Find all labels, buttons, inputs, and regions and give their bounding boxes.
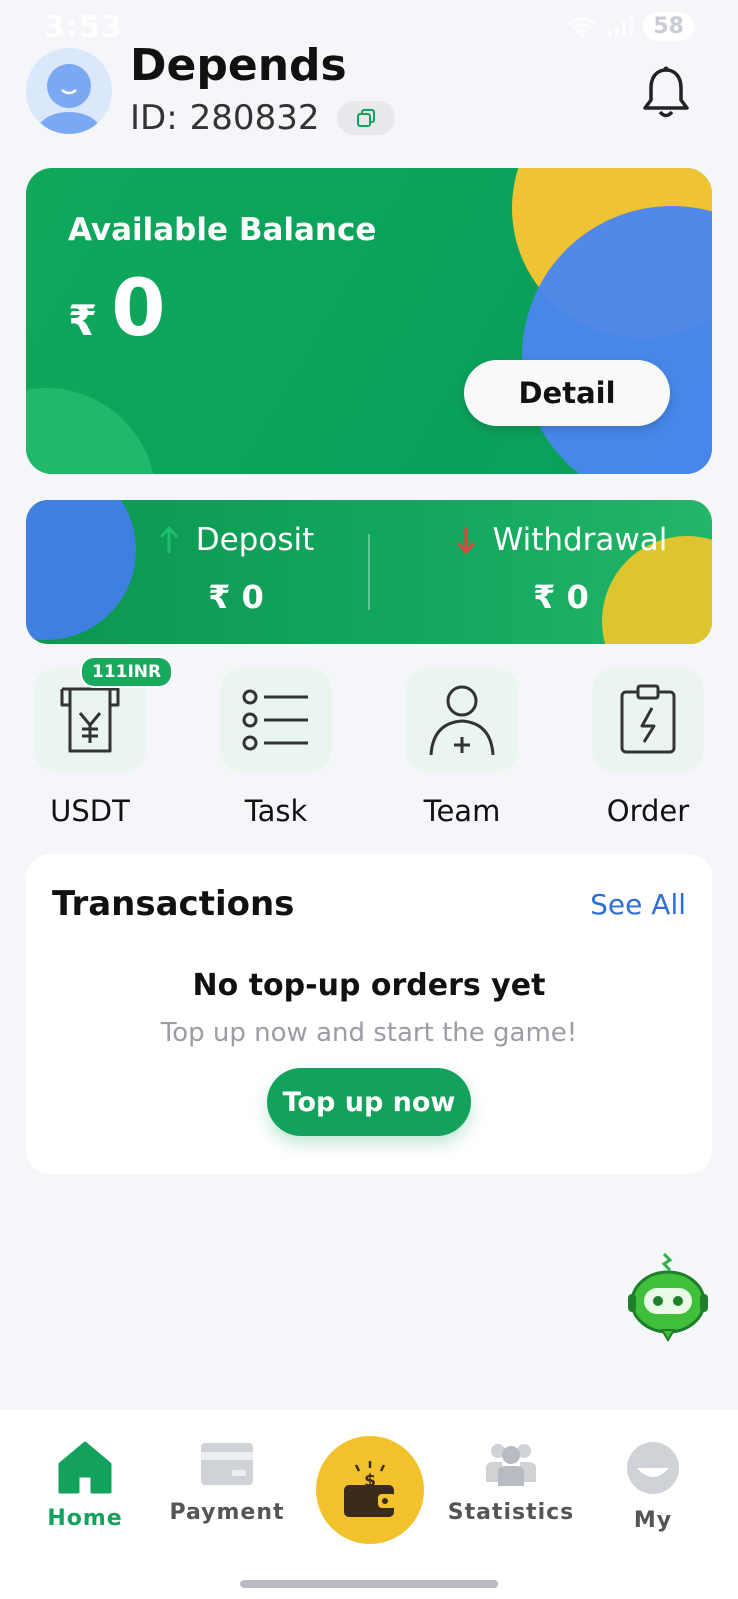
transactions-card: Transactions See All No top-up orders ye… <box>26 854 712 1174</box>
balance-label: Available Balance <box>68 212 377 248</box>
statistics-people-icon <box>486 1444 536 1486</box>
decor-blob <box>26 388 156 474</box>
nav-label: My <box>633 1508 673 1533</box>
quick-action-task[interactable]: Task <box>206 668 346 828</box>
see-all-link[interactable]: See All <box>590 888 686 921</box>
user-avatar-icon <box>37 64 101 134</box>
bottom-nav: Home Payment $ Statistics My <box>0 1410 738 1599</box>
withdrawal-value: 0 <box>566 578 589 616</box>
wifi-icon <box>568 17 597 37</box>
nav-wallet-button[interactable]: $ <box>316 1436 424 1544</box>
currency-symbol: ₹ <box>68 296 98 345</box>
withdrawal-label: Withdrawal <box>492 522 668 558</box>
nav-label: Payment <box>169 1500 285 1525</box>
detail-button[interactable]: Detail <box>464 360 670 426</box>
divider <box>368 534 370 610</box>
order-clipboard-icon <box>620 684 676 754</box>
nav-label: Statistics <box>447 1500 575 1525</box>
user-id-label: ID: <box>130 98 178 138</box>
arrow-down-icon <box>456 527 475 555</box>
nav-label: Home <box>47 1506 123 1531</box>
profile-header: Depends ID: 280832 <box>0 40 738 150</box>
home-indicator <box>240 1580 498 1588</box>
user-id-row: ID: 280832 <box>130 98 396 138</box>
notification-button[interactable] <box>640 64 692 120</box>
quick-actions: 111INR USDT Task Team Order <box>0 656 738 828</box>
nav-home[interactable]: Home <box>20 1440 150 1531</box>
quick-action-team[interactable]: Team <box>392 668 532 828</box>
support-robot-button[interactable] <box>626 1252 710 1342</box>
avatar[interactable] <box>26 48 112 134</box>
empty-state-subtitle: Top up now and start the game! <box>160 1018 578 1048</box>
deposit-label: Deposit <box>195 522 315 558</box>
deposit-summary[interactable]: Deposit ₹ 0 <box>116 522 356 616</box>
balance-card: Available Balance ₹ 0 Detail <box>26 168 712 474</box>
payment-card-icon <box>201 1443 253 1485</box>
battery-indicator: 58 <box>643 12 694 41</box>
usdt-yen-receipt-icon <box>60 687 120 753</box>
nav-my[interactable]: My <box>588 1440 718 1533</box>
top-up-button[interactable]: Top up now <box>267 1068 471 1136</box>
transactions-title: Transactions <box>52 884 295 924</box>
robot-chat-icon <box>628 1252 708 1342</box>
empty-state-title: No top-up orders yet <box>192 968 546 1003</box>
balance-amount: ₹ 0 <box>68 264 166 354</box>
bell-icon <box>643 66 689 118</box>
quick-action-label: Task <box>244 794 308 828</box>
usdt-bonus-badge: 111INR <box>80 656 174 688</box>
quick-action-label: Team <box>423 794 501 828</box>
withdrawal-summary[interactable]: Withdrawal ₹ 0 <box>416 522 706 616</box>
signal-icon <box>608 15 634 37</box>
copy-icon <box>357 109 376 127</box>
quick-action-usdt[interactable]: 111INR USDT <box>20 656 174 828</box>
nav-statistics[interactable]: Statistics <box>446 1440 576 1525</box>
currency-symbol: ₹ <box>533 578 556 616</box>
arrow-up-icon <box>159 525 178 553</box>
user-id-value: 280832 <box>189 98 320 138</box>
quick-action-order[interactable]: Order <box>578 668 718 828</box>
home-icon <box>58 1441 112 1494</box>
team-add-user-icon <box>429 685 495 756</box>
profile-face-icon <box>627 1442 679 1494</box>
wallet-dollar-icon: $ <box>344 1461 396 1517</box>
task-list-icon <box>242 689 308 751</box>
currency-symbol: ₹ <box>208 578 231 616</box>
user-name: Depends <box>130 40 347 91</box>
status-icons: 58 <box>567 12 694 41</box>
quick-action-label: Order <box>606 794 690 828</box>
deposit-value: 0 <box>241 578 264 616</box>
copy-id-button[interactable] <box>337 101 396 135</box>
nav-payment[interactable]: Payment <box>162 1440 292 1525</box>
balance-value: 0 <box>111 264 166 354</box>
deposit-withdrawal-card: Deposit ₹ 0 Withdrawal ₹ 0 <box>26 500 712 644</box>
quick-action-label: USDT <box>50 794 130 828</box>
